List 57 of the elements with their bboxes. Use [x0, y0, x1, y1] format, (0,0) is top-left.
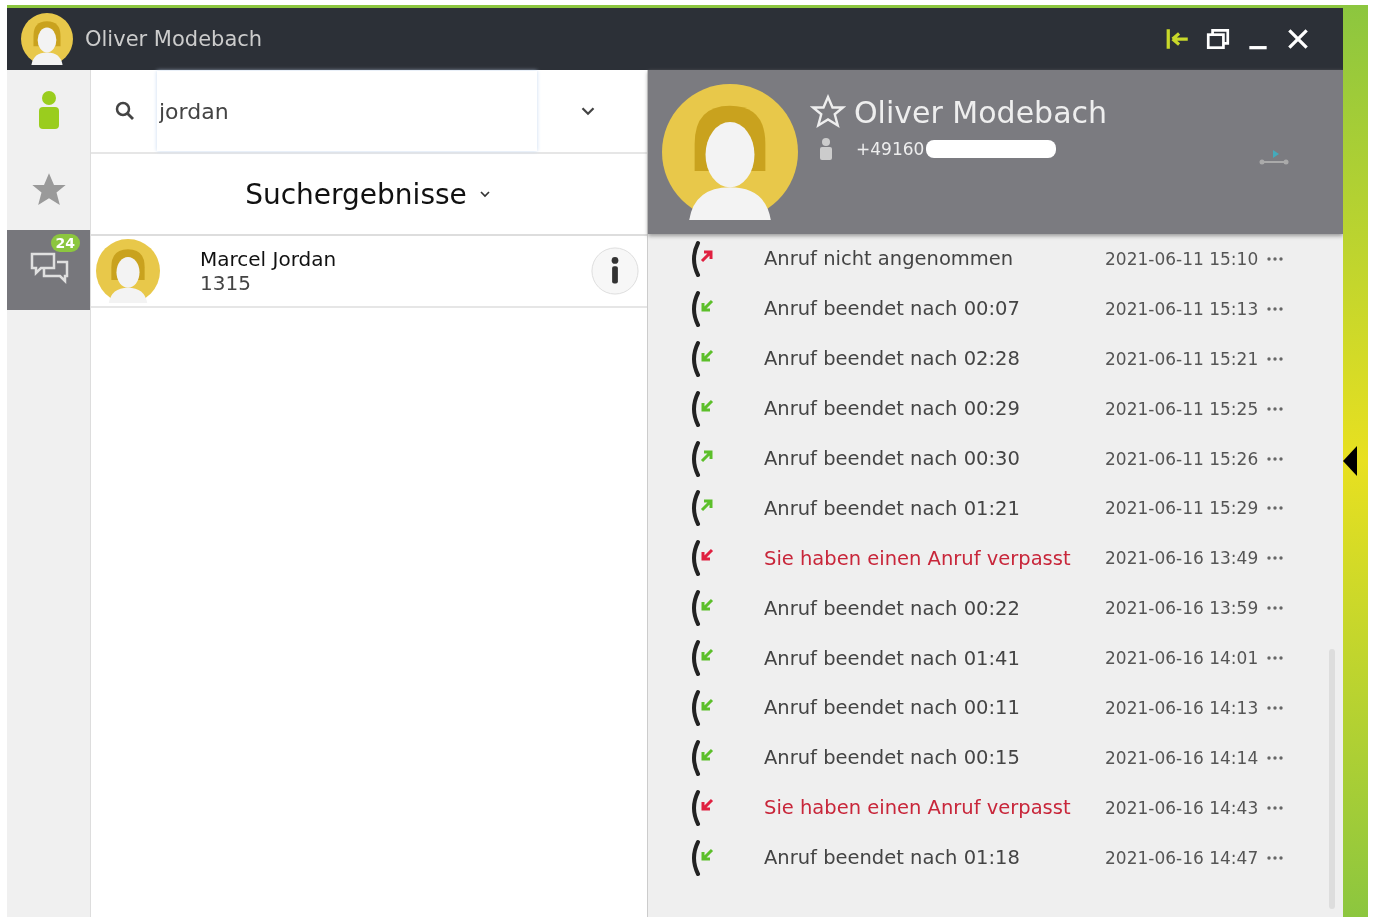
call-description: Anruf beendet nach 01:41: [764, 646, 1021, 670]
info-icon[interactable]: [591, 247, 639, 295]
call-time: 2021-06-16 14:47: [1105, 847, 1259, 868]
more-icon[interactable]: [1266, 704, 1285, 711]
call-time: 2021-06-11 15:25: [1105, 398, 1259, 419]
pin-icon[interactable]: [1165, 26, 1191, 52]
call-description: Anruf beendet nach 01:21: [764, 496, 1021, 520]
call-time: 2021-06-16 14:14: [1105, 747, 1259, 768]
more-icon[interactable]: [1266, 555, 1285, 562]
call-description: Anruf beendet nach 02:28: [764, 347, 1021, 371]
star-icon[interactable]: [810, 94, 846, 130]
results-heading[interactable]: Suchergebnisse: [245, 177, 467, 211]
call-time: 2021-06-11 15:29: [1105, 498, 1259, 519]
more-icon[interactable]: [1266, 255, 1285, 262]
call-description: Sie haben einen Anruf verpasst: [764, 796, 1072, 820]
call-description: Anruf beendet nach 00:15: [764, 746, 1021, 770]
more-icon[interactable]: [1266, 355, 1285, 362]
call-time: 2021-06-11 15:10: [1105, 248, 1259, 269]
call-description: Anruf beendet nach 01:18: [764, 846, 1021, 870]
contact-name: Marcel Jordan: [200, 247, 337, 271]
more-icon[interactable]: [1266, 455, 1285, 462]
call-description: Anruf nicht angenommen: [764, 247, 1015, 271]
more-icon[interactable]: [1266, 854, 1285, 861]
phone-number: +49160: [856, 139, 925, 159]
more-icon[interactable]: [1266, 305, 1285, 312]
call-description: Anruf beendet nach 00:22: [764, 596, 1021, 620]
search-field[interactable]: jordan: [157, 71, 537, 151]
call-time: 2021-06-11 15:13: [1105, 298, 1259, 319]
call-description: Anruf beendet nach 00:30: [764, 447, 1021, 470]
close-icon[interactable]: [1285, 26, 1311, 52]
more-icon[interactable]: [1266, 655, 1285, 662]
person-icon: [818, 136, 834, 162]
restore-icon[interactable]: [1205, 26, 1231, 52]
call-time: 2021-06-16 14:13: [1105, 697, 1259, 718]
call-description: Anruf beendet nach 00:11: [764, 696, 1021, 720]
contact-number: 1315: [200, 271, 252, 295]
contact-row[interactable]: Marcel Jordan 1315: [91, 236, 647, 308]
call-time: 2021-06-16 13:59: [1105, 598, 1259, 619]
window-title: Oliver Modebach: [85, 27, 263, 51]
avatar-icon: [21, 13, 73, 65]
more-icon[interactable]: [1266, 405, 1285, 412]
more-icon[interactable]: [1266, 804, 1285, 811]
call-time: 2021-06-16 13:49: [1105, 548, 1259, 569]
more-icon[interactable]: [1266, 605, 1285, 612]
more-icon[interactable]: [1266, 754, 1285, 761]
call-time: 2021-06-11 15:21: [1105, 348, 1259, 369]
avatar-icon: [96, 239, 160, 303]
call-time: 2021-06-16 14:01: [1105, 648, 1259, 669]
contact-name: Oliver Modebach: [854, 94, 1108, 130]
more-icon[interactable]: [1266, 505, 1285, 512]
call-description: Anruf beendet nach 00:29: [764, 397, 1021, 421]
avatar-icon: [662, 84, 798, 220]
call-time: 2021-06-11 15:26: [1105, 448, 1259, 469]
call-description: Anruf beendet nach 00:07: [764, 297, 1021, 321]
unread-badge: 24: [50, 234, 80, 252]
call-time: 2021-06-16 14:43: [1105, 797, 1259, 818]
call-description: Sie haben einen Anruf verpasst: [764, 546, 1072, 570]
